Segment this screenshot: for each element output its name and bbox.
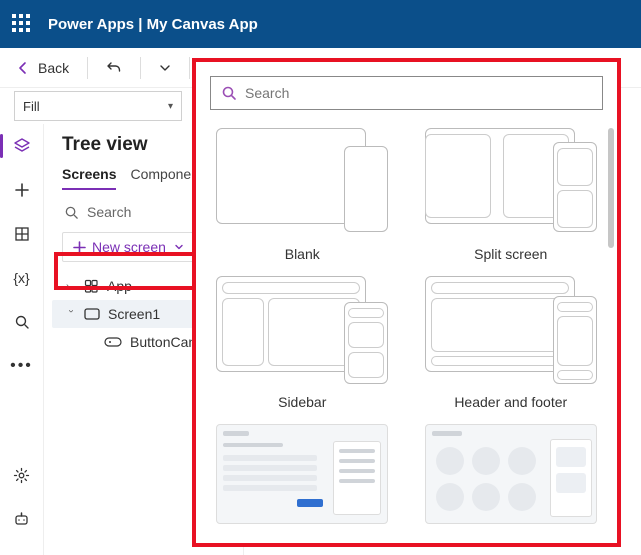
layers-icon [13,137,31,155]
chevron-down-icon: › [66,309,77,319]
new-screen-popup: Blank Split screen [192,58,621,547]
rail-virtual-agent[interactable] [6,503,38,535]
chevron-down-icon [174,242,184,252]
separator [189,57,190,79]
property-selector[interactable]: Fill ▾ [14,91,182,121]
button-icon [104,336,122,348]
highlight-border [54,252,196,290]
rail-insert[interactable] [6,174,38,206]
chevron-down-icon: ▾ [168,101,173,112]
title-bar: Power Apps | My Canvas App [0,0,641,48]
grid-icon [14,226,30,242]
app-launcher-icon[interactable] [12,14,32,34]
search-icon [14,314,30,330]
template-header-footer[interactable]: Header and footer [419,276,604,410]
template-thumb [216,276,388,386]
template-blank[interactable]: Blank [210,128,395,262]
template-gallery: Blank Split screen [210,128,603,524]
template-label: Header and footer [454,394,567,410]
undo-button[interactable] [100,56,128,80]
template-thumb [425,424,597,524]
property-value: Fill [23,99,40,114]
back-arrow-icon [16,60,32,76]
template-thumb [425,276,597,386]
left-rail: {x} ••• [0,124,44,555]
rail-search[interactable] [6,306,38,338]
tree-node-label: Screen1 [108,306,160,322]
popup-search-input[interactable] [245,85,592,101]
tab-screens[interactable]: Screens [62,166,116,190]
rail-data[interactable] [6,218,38,250]
plus-icon [14,182,30,198]
search-icon [221,85,237,101]
template-label: Split screen [474,246,547,262]
back-button[interactable]: Back [10,56,75,80]
screen-icon [84,308,100,320]
template-thumb [425,128,597,238]
template-label: Sidebar [278,394,326,410]
search-icon [64,205,79,220]
separator [87,57,88,79]
undo-split-button[interactable] [153,58,177,78]
template-preview-6[interactable] [419,424,604,524]
bot-icon [13,511,30,528]
rail-tree-view[interactable] [6,130,38,162]
undo-icon [106,60,122,76]
template-thumb [216,424,388,524]
template-sidebar[interactable]: Sidebar [210,276,395,410]
scrollbar[interactable] [608,128,614,248]
template-preview-5[interactable] [210,424,395,524]
app-title: Power Apps | My Canvas App [48,16,258,33]
rail-more[interactable]: ••• [6,350,38,382]
rail-settings[interactable] [6,459,38,491]
gear-icon [13,467,30,484]
separator [140,57,141,79]
chevron-down-icon [159,62,171,74]
back-label: Back [38,60,69,76]
rail-variables[interactable]: {x} [6,262,38,294]
popup-search[interactable] [210,76,603,110]
template-label: Blank [285,246,320,262]
template-split-screen[interactable]: Split screen [419,128,604,262]
template-thumb [216,128,388,238]
tree-search-placeholder: Search [87,204,131,220]
